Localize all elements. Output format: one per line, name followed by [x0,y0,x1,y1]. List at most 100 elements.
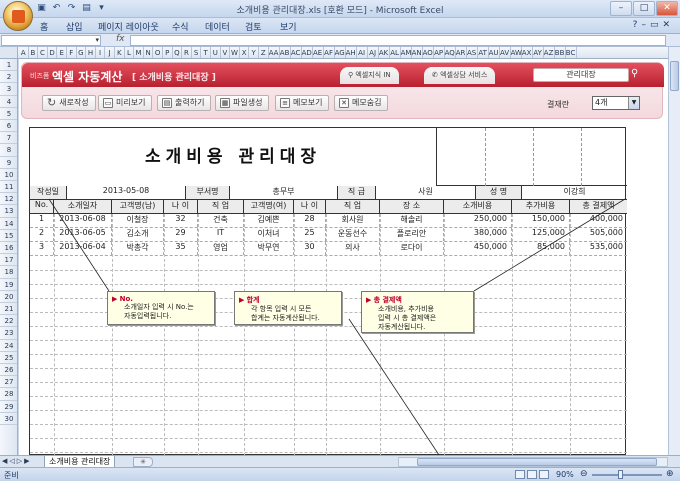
column-header-cell[interactable]: H [86,47,96,58]
name-box[interactable]: ▾ [1,35,101,46]
column-header-cell[interactable]: AW [511,47,522,58]
formula-input[interactable] [130,35,666,46]
vertical-scroll-thumb[interactable] [670,61,679,91]
column-header-cell[interactable]: Q [173,47,183,58]
insert-sheet-icon[interactable]: ✳ [133,457,153,467]
column-header-cell[interactable]: AA [269,47,280,58]
column-header-cell[interactable]: E [57,47,67,58]
zoom-in-icon[interactable]: ⊕ [666,469,674,479]
column-header-cell[interactable]: AY [533,47,544,58]
column-header-cell[interactable]: AS [467,47,478,58]
column-header-cell[interactable]: AP [434,47,445,58]
zoom-out-icon[interactable]: ⊖ [580,469,588,479]
search-icon[interactable]: ⚲ [631,68,638,79]
column-header-cell[interactable]: F [67,47,77,58]
row-header-cell[interactable]: 25 [0,352,17,364]
vertical-scrollbar[interactable] [668,47,680,455]
column-header-cell[interactable]: BB [555,47,566,58]
row-header-cell[interactable]: 15 [0,230,17,242]
row-header-cell[interactable]: 28 [0,388,17,401]
column-header-cell[interactable]: A [19,47,29,58]
column-header-cell[interactable]: AM [401,47,412,58]
create-file-button[interactable]: ▦ 파일생성 [215,95,270,111]
column-header-cell[interactable]: AU [489,47,500,58]
column-header-cell[interactable]: AB [280,47,291,58]
tab-formulas[interactable]: 수식 [172,20,189,33]
dept-value[interactable]: 총무부 [230,186,338,199]
column-header-cell[interactable]: AJ [368,47,379,58]
row-header-cell[interactable]: 8 [0,144,17,157]
page-layout-view-icon[interactable] [527,470,537,479]
zoom-level[interactable]: 90% [556,470,574,479]
hide-memo-button[interactable]: ✕ 메모숨김 [334,95,389,111]
column-header-cell[interactable]: AR [456,47,467,58]
column-header-cell[interactable]: V [221,47,231,58]
ribbon-window-controls[interactable]: ?–▭✕ [633,20,674,30]
sheet-nav-buttons[interactable]: ◀◁▷▶ [2,457,32,465]
horizontal-scrollbar[interactable] [398,457,668,467]
column-header-cell[interactable]: AV [500,47,511,58]
zoom-slider-thumb[interactable] [618,470,623,479]
column-header-cell[interactable]: AD [302,47,313,58]
column-header-cell[interactable]: AC [291,47,302,58]
row-header-cell[interactable]: 20 [0,291,17,303]
row-header-cell[interactable]: 23 [0,327,17,340]
column-header-cell[interactable]: T [201,47,211,58]
row-header-cell[interactable]: 29 [0,401,17,413]
minimize-button[interactable]: – [610,1,632,16]
column-header-cell[interactable]: AE [313,47,324,58]
chevron-down-icon[interactable]: ▾ [95,36,99,44]
row-header-cell[interactable]: 7 [0,132,17,145]
zoom-slider-track[interactable] [592,474,662,476]
rank-value[interactable]: 사원 [376,186,476,199]
row-header-cell[interactable]: 3 [0,83,17,96]
column-header-cell[interactable]: C [38,47,48,58]
preview-button[interactable]: ▭ 미리보기 [98,95,153,111]
column-header-cell[interactable]: L [125,47,135,58]
column-header-cell[interactable]: AI [357,47,368,58]
column-header-cell[interactable]: AZ [544,47,555,58]
row-header-cell[interactable]: 27 [0,376,17,389]
row-header-cell[interactable]: 10 [0,169,17,181]
normal-view-icon[interactable] [515,470,525,479]
row-header-cell[interactable]: 4 [0,96,17,108]
column-header-cell[interactable]: AX [522,47,533,58]
row-header-cell[interactable]: 17 [0,254,17,267]
select-all-corner[interactable] [0,47,18,58]
row-header-cell[interactable]: 18 [0,266,17,279]
column-header-cell[interactable]: B [29,47,39,58]
horizontal-scroll-thumb[interactable] [417,458,657,466]
column-header-cell[interactable]: G [77,47,87,58]
column-header-cell[interactable]: W [230,47,240,58]
new-button[interactable]: ↻ 새로작성 [42,95,96,111]
row-header-cell[interactable]: 14 [0,218,17,230]
tab-home[interactable]: 홈 [40,20,48,33]
column-header-cell[interactable]: N [144,47,154,58]
column-header-cell[interactable]: I [96,47,106,58]
chevron-down-icon[interactable]: ▼ [628,97,639,109]
tab-review[interactable]: 검토 [245,20,262,33]
column-header-cell[interactable]: AF [324,47,335,58]
tab-page-layout[interactable]: 페이지 레이아웃 [98,20,159,33]
close-button[interactable]: ✕ [656,1,678,16]
office-button[interactable] [3,1,33,31]
column-header-cell[interactable]: R [182,47,192,58]
row-header-cell[interactable]: 16 [0,242,17,255]
column-header-cell[interactable]: M [134,47,144,58]
banner-search-input[interactable]: 관리대장 [533,68,629,82]
column-header-cell[interactable]: AO [423,47,434,58]
page-break-view-icon[interactable] [539,470,549,479]
row-header-cell[interactable]: 22 [0,315,17,328]
column-header-cell[interactable]: S [192,47,202,58]
row-header-cell[interactable]: 26 [0,364,17,377]
row-header-cell[interactable]: 30 [0,413,17,425]
column-header-cell[interactable]: X [240,47,250,58]
print-button[interactable]: ▤ 출력하기 [157,95,212,111]
column-header-cell[interactable]: K [115,47,125,58]
row-header-cell[interactable]: 19 [0,279,17,291]
column-header-cell[interactable]: AH [346,47,357,58]
column-header-cell[interactable]: U [211,47,221,58]
row-header-cell[interactable]: 5 [0,108,17,120]
row-header-cell[interactable]: 6 [0,120,17,133]
column-header-cell[interactable]: BC [566,47,577,58]
